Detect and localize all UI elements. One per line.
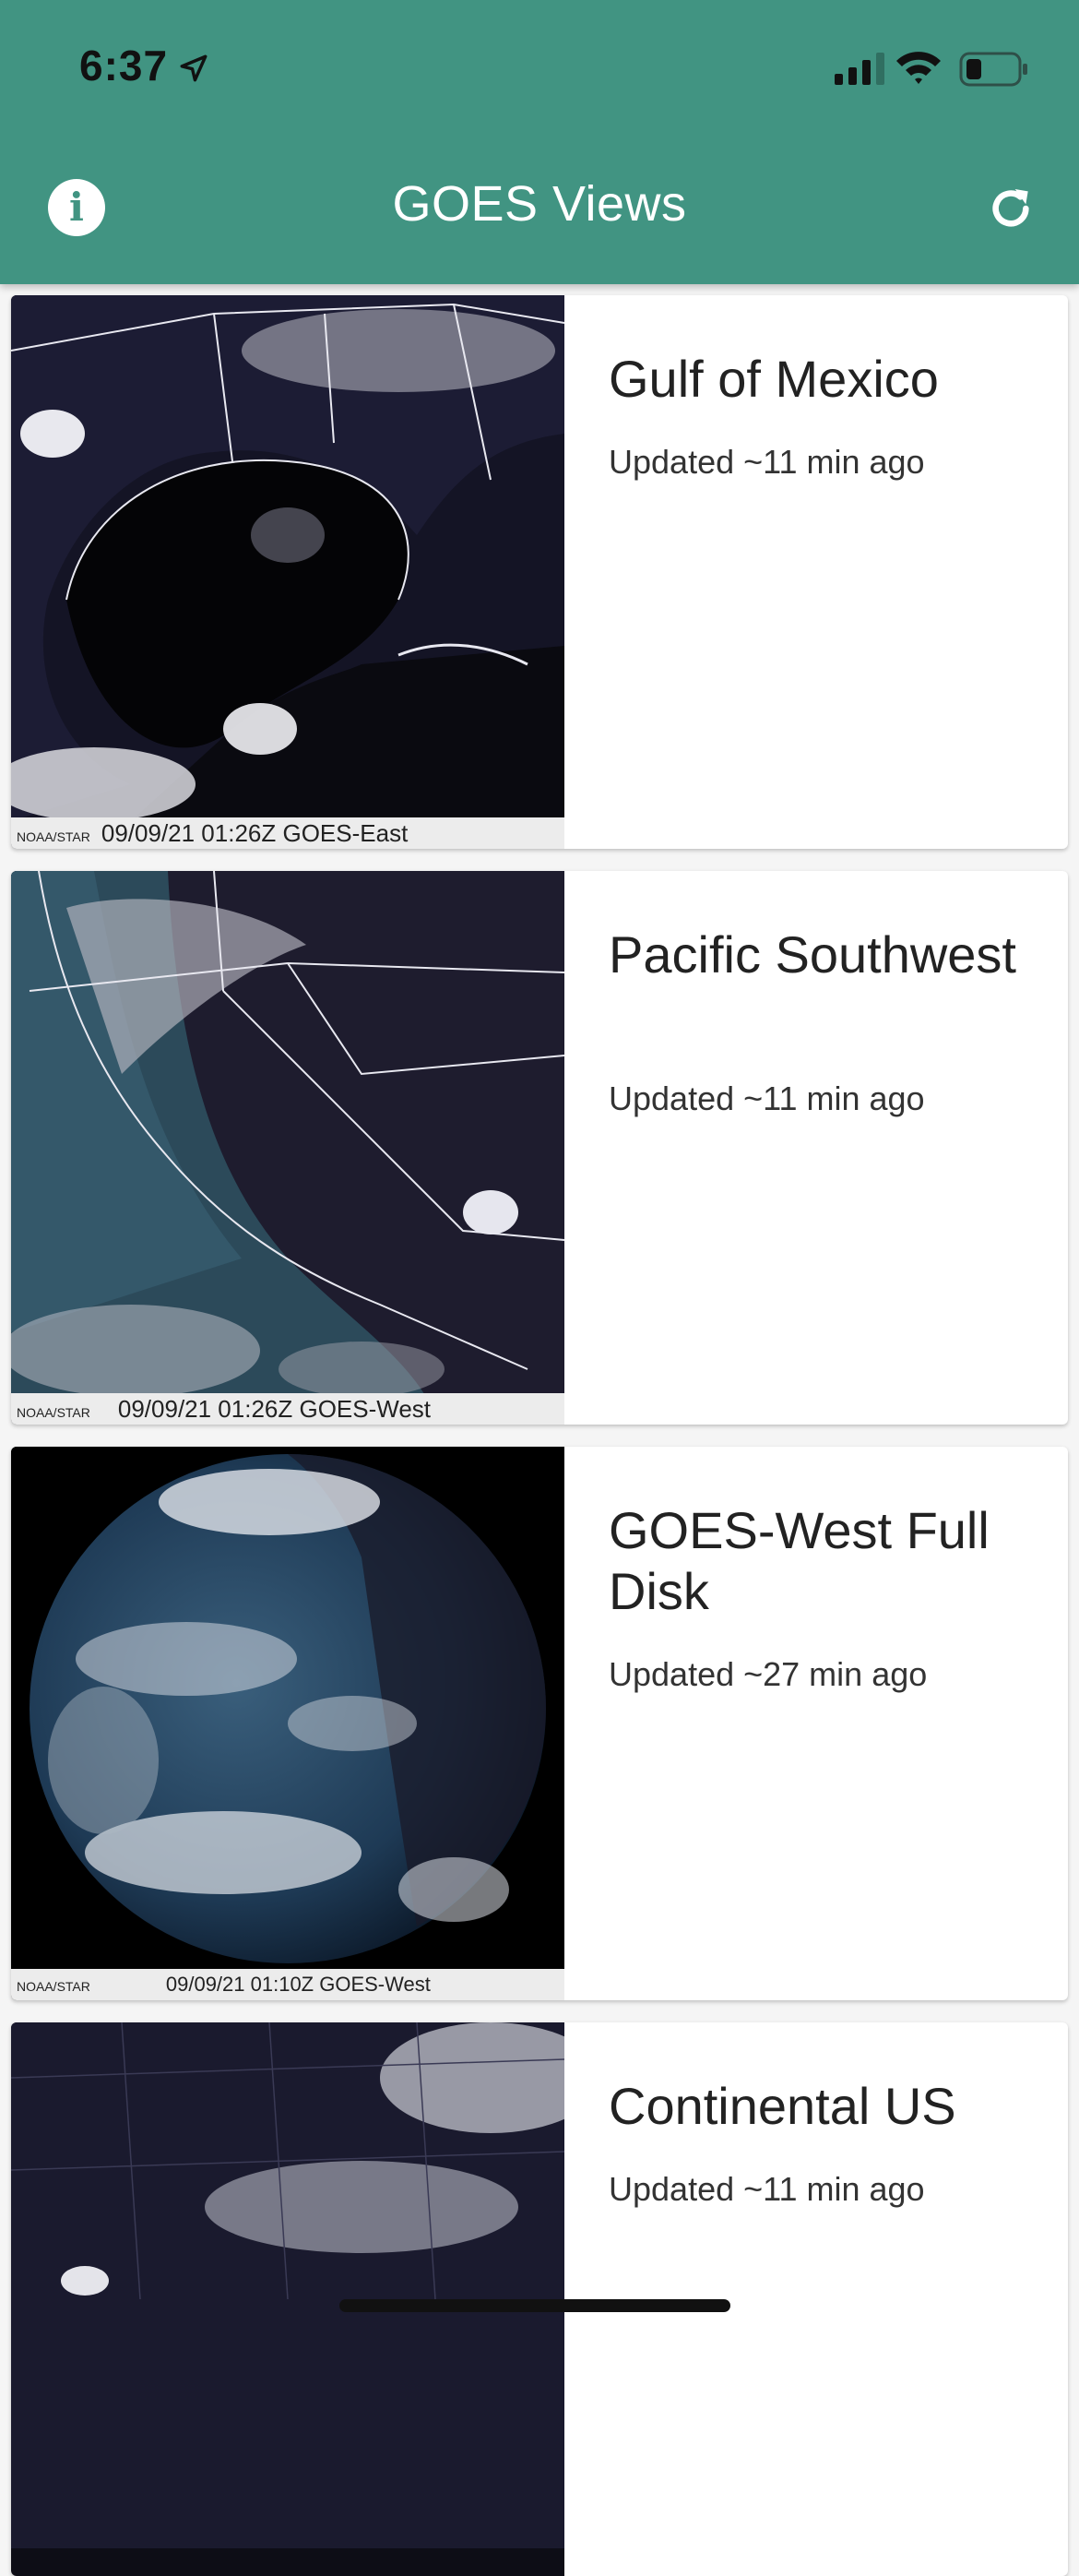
view-card-goes-west-full-disk[interactable]: NOAA/STAR 09/09/21 01:10Z GOES-West GOES-… bbox=[11, 1447, 1068, 2000]
satellite-thumbnail: NOAA/STAR 09/09/21 01:26Z GOES-West bbox=[11, 871, 564, 1425]
wifi-icon bbox=[896, 52, 941, 84]
card-title: Pacific Southwest bbox=[609, 925, 1016, 984]
battery-icon bbox=[959, 52, 1027, 87]
refresh-icon[interactable] bbox=[985, 183, 1037, 234]
card-title: GOES-West Full Disk bbox=[609, 1501, 990, 1620]
thumbnail-caption: NOAA/STAR 09/09/21 01:10Z GOES-West bbox=[11, 1969, 564, 2000]
updated-text: Updated ~11 min ago bbox=[609, 1079, 925, 1117]
updated-text: Updated ~27 min ago bbox=[609, 1655, 928, 1693]
satellite-thumbnail: NOAA/STAR 09/09/21 01:10Z GOES-West bbox=[11, 1447, 564, 2000]
card-title: Continental US bbox=[609, 2077, 956, 2135]
location-arrow-icon bbox=[180, 54, 208, 82]
satellite-thumbnail: NOAA/STAR 09/09/21 01:26Z GOES-East bbox=[11, 295, 564, 849]
view-card-pacific-southwest[interactable]: NOAA/STAR 09/09/21 01:26Z GOES-West Pacif… bbox=[11, 871, 1068, 1425]
app-header: 6:37 i GOES Views bbox=[0, 0, 1079, 284]
status-time: 6:37 bbox=[79, 42, 169, 89]
thumbnail-caption: NOAA/STAR 09/09/21 01:26Z GOES-East bbox=[11, 817, 564, 849]
updated-text: Updated ~11 min ago bbox=[609, 443, 925, 481]
view-card-gulf-of-mexico[interactable]: NOAA/STAR 09/09/21 01:26Z GOES-East Gulf … bbox=[11, 295, 1068, 849]
home-indicator[interactable] bbox=[339, 2299, 730, 2312]
page-title: GOES Views bbox=[392, 176, 687, 232]
updated-text: Updated ~11 min ago bbox=[609, 2170, 925, 2208]
cellular-signal-icon bbox=[835, 52, 884, 85]
card-title: Gulf of Mexico bbox=[609, 350, 939, 408]
thumbnail-caption: NOAA/STAR 09/09/21 01:26Z GOES-West bbox=[11, 1393, 564, 1425]
